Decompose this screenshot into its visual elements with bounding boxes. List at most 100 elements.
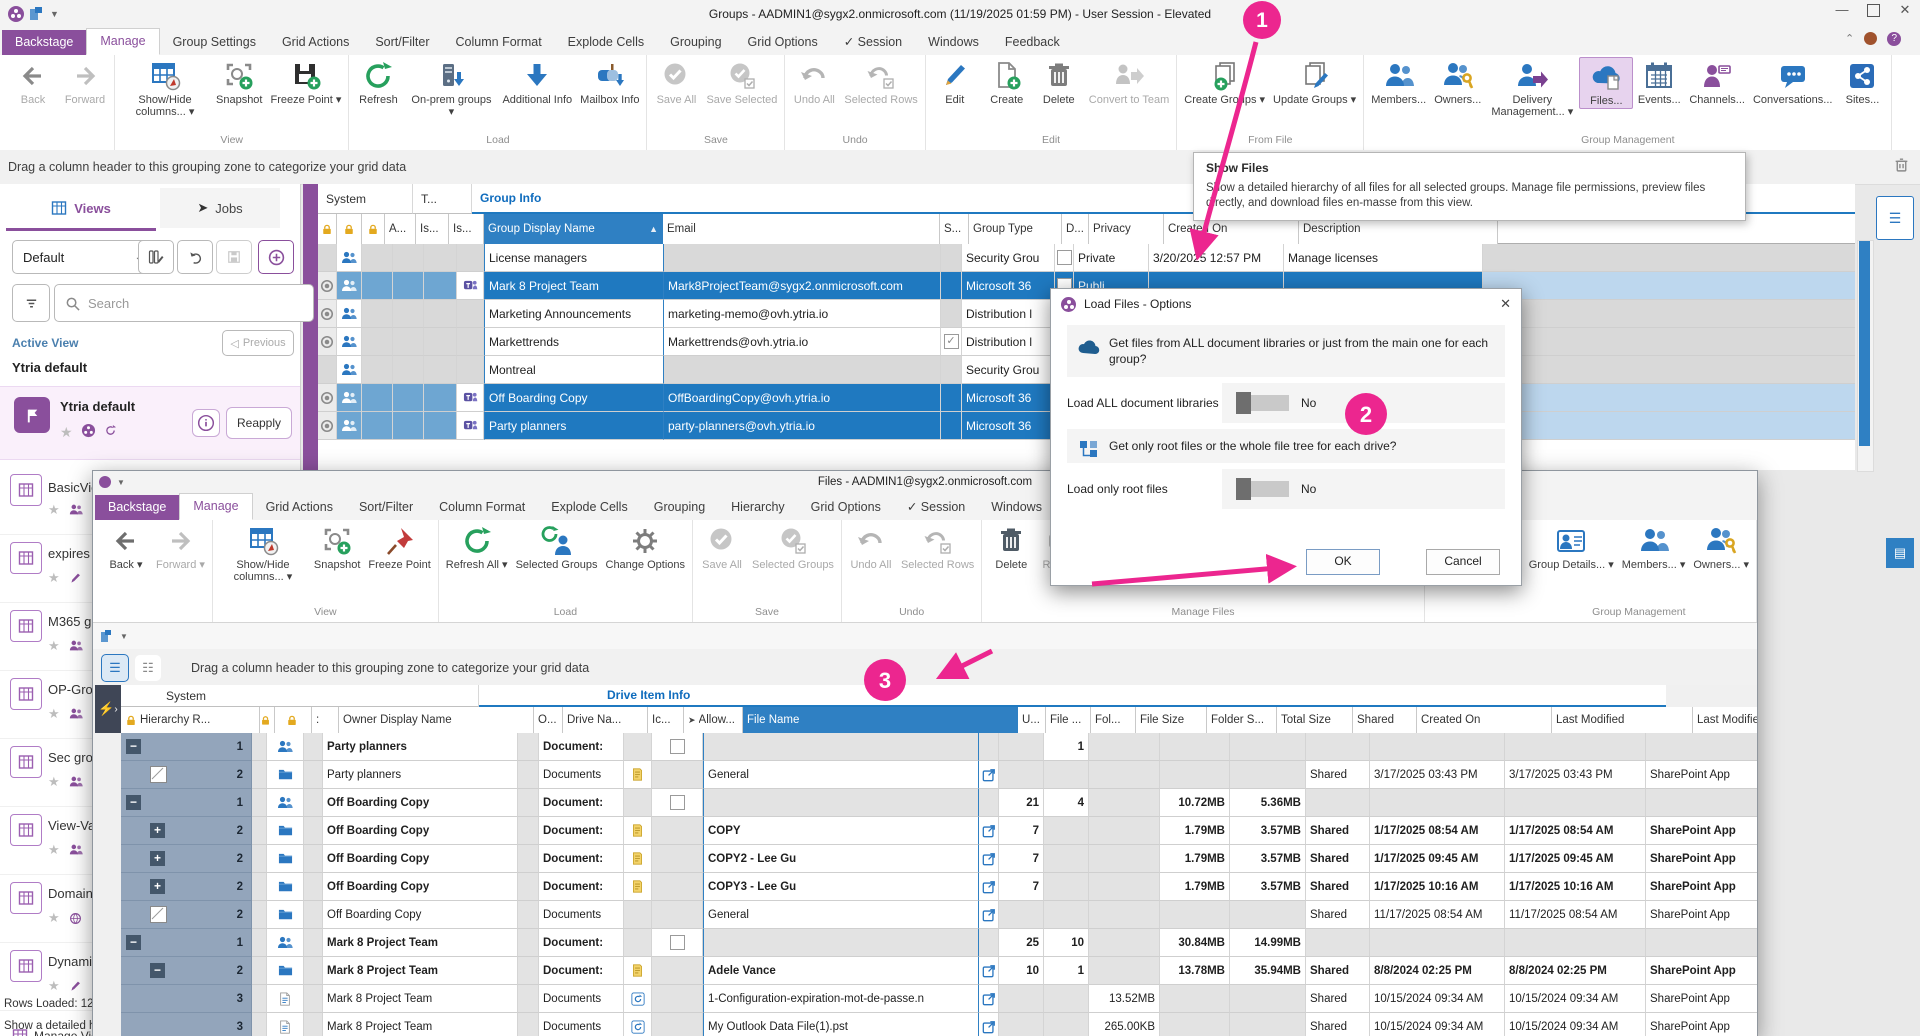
ribbon-button-freeze-point-[interactable]: Freeze Point ▾ [266,57,345,107]
files-grid[interactable]: SystemDrive Item InfoHierarchy R...:Owne… [121,685,1666,1036]
main-tab-column-format[interactable]: Column Format [443,30,555,55]
ribbon-button-delivery-management-[interactable]: Delivery Management... ▾ [1485,57,1579,119]
star-icon[interactable]: ★ [48,570,60,586]
column-header--[interactable]: : [312,707,339,734]
ribbon-button-group-details-[interactable]: Group Details... ▾ [1525,522,1618,572]
dialog-close-icon[interactable]: ✕ [1500,296,1511,312]
column-header-last-modified-us-[interactable]: Last Modified - Us... [1693,707,1757,734]
cancel-button[interactable]: Cancel [1426,549,1500,575]
file-row[interactable]: 2Party plannersDocumentsGeneralShared3/1… [121,761,1666,789]
view-icon[interactable] [1864,32,1877,45]
refresh-view-icon[interactable] [104,424,117,440]
column-header-drive-na-[interactable]: Drive Na... [563,707,648,734]
column-header-group-type[interactable]: Group Type [969,214,1062,245]
ribbon-button-forward[interactable]: Forward [59,57,111,107]
add-view-button[interactable] [258,240,294,274]
main-tab-grid-actions[interactable]: Grid Actions [269,30,362,55]
ribbon-button-forward-[interactable]: Forward ▾ [152,522,209,572]
main-tab-sort-filter[interactable]: Sort/Filter [362,30,442,55]
ribbon-button-save-all[interactable]: Save All [650,57,702,107]
file-row[interactable]: −1Mark 8 Project TeamDocument:251030.84M… [121,929,1666,957]
reset-view-button[interactable] [177,240,213,274]
files-tab-manage[interactable]: Manage [179,493,252,520]
column-header-o-[interactable]: O... [534,707,563,734]
files-tab-backstage[interactable]: Backstage [95,495,179,520]
search-input[interactable]: Search [54,284,314,322]
file-row[interactable]: +2Off Boarding CopyDocument:COPY3 - Lee … [121,873,1666,901]
ribbon-button-update-groups-[interactable]: Update Groups ▾ [1269,57,1360,107]
main-tab-feedback[interactable]: Feedback [992,30,1073,55]
star-icon[interactable]: ★ [48,502,60,518]
column-header-a-[interactable]: A... [385,214,416,245]
star-icon[interactable]: ★ [48,706,60,722]
filter-button[interactable] [12,284,50,322]
quick-access-dropdown-icon[interactable]: ▼ [50,9,59,19]
star-icon[interactable]: ★ [48,978,60,994]
ribbon-button-channels-[interactable]: Channels... [1685,57,1749,107]
star-icon[interactable]: ★ [48,842,60,858]
ribbon-button-create-groups-[interactable]: Create Groups ▾ [1180,57,1269,107]
ribbon-button-convert-to-team[interactable]: Convert to Team [1085,57,1174,107]
column-header-file-[interactable]: File ... [1046,707,1091,734]
side-panel-toggle[interactable]: ☰ [1876,196,1914,240]
collapse-icon[interactable]: − [126,935,141,950]
file-row[interactable]: +2Off Boarding CopyDocument:COPY71.79MB3… [121,817,1666,845]
column-header-folder-s-[interactable]: Folder S... [1207,707,1277,734]
expand-icon[interactable]: + [150,823,165,838]
collapse-ribbon-icon[interactable]: ⌃ [1845,32,1854,46]
ribbon-button-owners-[interactable]: Owners... [1430,57,1485,107]
column-header-hierarchy-r-[interactable]: Hierarchy R... [121,707,260,734]
main-tab-grid-options[interactable]: Grid Options [735,30,831,55]
ribbon-button-snapshot[interactable]: Snapshot [310,522,364,572]
column-header-is-[interactable]: Is... [449,214,484,245]
files-tab-grid-options[interactable]: Grid Options [798,495,894,520]
sidebar-tab-jobs[interactable]: ➤Jobs [160,188,280,228]
ribbon-button-back-[interactable]: Back ▾ [100,522,152,572]
ribbon-button-members-[interactable]: Members... [1367,57,1430,107]
ok-button[interactable]: OK [1306,549,1380,575]
view-mode-compact-button[interactable]: ☷ [135,655,161,681]
load-root-files-toggle[interactable] [1236,478,1289,500]
ribbon-button-mailbox-info[interactable]: Mailbox Info [576,57,643,107]
maximize-button[interactable] [1867,4,1880,17]
column-header-u-[interactable]: U... [1018,707,1046,734]
ribbon-button-delete[interactable]: Delete [1033,57,1085,107]
ribbon-button-back[interactable]: Back [7,57,59,107]
trash-icon[interactable] [1893,156,1910,176]
files-tab-grid-actions[interactable]: Grid Actions [253,495,346,520]
main-tab-backstage[interactable]: Backstage [2,30,86,55]
column-header-lock[interactable] [362,214,385,245]
close-button[interactable]: ✕ [1894,2,1916,18]
window-stack-icon[interactable] [101,630,114,643]
ribbon-button-additional-info[interactable]: Additional Info [498,57,576,107]
edit-columns-button[interactable] [138,240,174,274]
ribbon-button-show-hide-columns-[interactable]: Show/Hide columns... ▾ [216,522,310,584]
ribbon-button-snapshot[interactable]: Snapshot [212,57,266,107]
collapse-icon[interactable]: − [150,963,165,978]
column-header-lock[interactable] [337,214,362,245]
mini-toolbar-dropdown-icon[interactable]: ▼ [120,632,128,641]
ribbon-button-members-[interactable]: Members... ▾ [1618,522,1690,572]
ribbon-button-selected-rows[interactable]: Selected Rows [840,57,921,107]
ribbon-button-save-all[interactable]: Save All [696,522,748,572]
window-stack-icon[interactable] [30,7,44,21]
files-tab-explode-cells[interactable]: Explode Cells [538,495,640,520]
file-row[interactable]: +2Off Boarding CopyDocument:COPY2 - Lee … [121,845,1666,873]
reapply-button[interactable]: Reapply [226,407,292,439]
column-header-file-size[interactable]: File Size [1136,707,1207,734]
expand-icon[interactable]: + [150,851,165,866]
help-icon[interactable]: ? [1887,32,1901,46]
load-all-libraries-toggle[interactable] [1236,392,1289,414]
ribbon-button-delete[interactable]: Delete [985,522,1037,572]
panel-expand-button[interactable]: ▤ [1886,538,1914,568]
active-view-card[interactable]: Ytria default★Reapply [0,386,300,460]
column-header-allow-[interactable]: ➤Allow... [684,707,743,734]
ribbon-button-refresh-all-[interactable]: Refresh All ▾ [442,522,512,572]
star-icon[interactable]: ★ [48,774,60,790]
ribbon-button-selected-groups[interactable]: Selected Groups [748,522,838,572]
ribbon-button-conversations-[interactable]: Conversations... [1749,57,1836,107]
column-header-is-[interactable]: Is... [416,214,449,245]
column-header-lock[interactable] [318,214,337,245]
column-header-privacy[interactable]: Privacy [1089,214,1164,245]
column-header-fol-[interactable]: Fol... [1091,707,1136,734]
